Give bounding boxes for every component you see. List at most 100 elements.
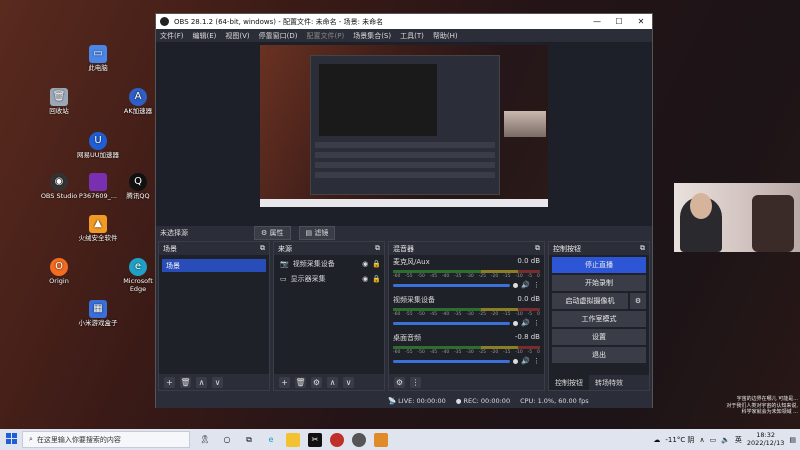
task-view-icon[interactable]: ⧉	[242, 433, 256, 447]
menu-profile[interactable]: 配置文件(P)	[307, 31, 345, 41]
source-item[interactable]: ▭ 显示器采集 ◉ 🔒	[277, 273, 381, 285]
maximize-icon[interactable]: ☐	[608, 17, 630, 26]
trash-icon[interactable]: 🗑	[295, 376, 306, 388]
tab-controls[interactable]: 控制按钮	[549, 375, 589, 390]
filters-button[interactable]: ▤ 滤镜	[298, 226, 336, 240]
chair	[752, 195, 794, 252]
menu-docks[interactable]: 停靠窗口(D)	[259, 31, 298, 41]
preview-area[interactable]	[156, 43, 652, 226]
lock-icon[interactable]: 🔒	[372, 260, 381, 268]
volume-knob[interactable]	[513, 320, 519, 326]
desktop-icon-recycle-bin[interactable]: 🗑 回收站	[36, 88, 82, 116]
preview-canvas[interactable]	[260, 45, 548, 207]
gear-icon[interactable]: ⚙	[311, 376, 322, 388]
edge-icon[interactable]: e	[264, 433, 278, 447]
close-icon[interactable]: ✕	[630, 17, 652, 26]
undock-icon[interactable]: ⧉	[640, 244, 645, 253]
weather-text[interactable]: -11°C 阴	[665, 435, 694, 445]
menu-tools[interactable]: 工具(T)	[400, 31, 424, 41]
computer-icon: ▭	[89, 45, 107, 63]
speaker-icon[interactable]: 🔊	[521, 357, 530, 365]
desktop-icon-huorong[interactable]: ▲ 火绒安全软件	[75, 215, 121, 243]
minimize-icon[interactable]: —	[586, 17, 608, 26]
mixer-title: 混音器	[393, 244, 414, 253]
start-virtual-camera-button[interactable]: 启动虚拟摄像机	[552, 293, 628, 309]
obs-taskbar-icon[interactable]	[330, 432, 344, 447]
volume-slider[interactable]	[393, 283, 511, 287]
ribbon-icon: 🎗	[199, 435, 211, 444]
volume-meter	[393, 308, 540, 311]
exit-button[interactable]: 退出	[552, 347, 646, 363]
gear-icon[interactable]: ⚙	[630, 293, 646, 309]
image-file-icon	[89, 173, 107, 191]
stop-streaming-button[interactable]: 停止直播	[552, 257, 646, 273]
ime-indicator[interactable]: 英	[735, 435, 742, 445]
trash-icon[interactable]: 🗑	[180, 376, 191, 388]
volume-knob[interactable]	[513, 282, 519, 288]
menu-view[interactable]: 视图(V)	[225, 31, 249, 41]
lock-icon[interactable]: 🔒	[372, 275, 381, 283]
desktop-icon-xiaomi[interactable]: ▦ 小米游戏盒子	[75, 300, 121, 328]
capcut-icon[interactable]: ✂	[308, 432, 322, 447]
start-recording-button[interactable]: 开始录制	[552, 275, 646, 291]
undock-icon[interactable]: ⧉	[260, 244, 265, 253]
undock-icon[interactable]: ⧉	[375, 244, 380, 253]
chevron-up-icon[interactable]: ∧	[699, 436, 704, 444]
settings-button[interactable]: 设置	[552, 329, 646, 345]
undock-icon[interactable]: ⧉	[535, 244, 540, 253]
add-icon[interactable]: +	[164, 376, 175, 388]
desktop-icon-uu[interactable]: U 网易UU加速器	[75, 132, 121, 160]
more-icon[interactable]: ⋮	[410, 376, 421, 388]
move-up-icon[interactable]: ∧	[196, 376, 207, 388]
move-down-icon[interactable]: ∨	[343, 376, 354, 388]
notice-line: 科学家就会为未知领域 ...	[741, 409, 798, 415]
volume-slider[interactable]	[393, 359, 511, 363]
file-explorer-icon[interactable]	[286, 432, 300, 447]
volume-icon[interactable]: 🔈	[721, 436, 730, 444]
menu-edit[interactable]: 编辑(E)	[193, 31, 217, 41]
menu-help[interactable]: 帮助(H)	[433, 31, 458, 41]
cortana-icon[interactable]: ○	[220, 433, 234, 447]
move-down-icon[interactable]: ∨	[212, 376, 223, 388]
speaker-icon[interactable]: 🔊	[521, 319, 530, 327]
clock[interactable]: 18:32 2022/12/13	[747, 431, 784, 448]
recycle-bin-icon: 🗑	[50, 88, 68, 106]
taskbar: ⌕ 在这里输入你要搜索的内容 🎗 ○ ⧉ e ✂ ☁ -11°C 阴 ∧ ▭ 🔈…	[0, 429, 800, 450]
camera-icon: 📷	[280, 260, 289, 268]
notification-icon[interactable]: ▤	[789, 436, 796, 444]
desktop-icon-computer[interactable]: ▭ 此电脑	[75, 45, 121, 73]
app-icon[interactable]	[352, 432, 366, 447]
source-item[interactable]: 📷 视频采集设备 ◉ 🔒	[277, 258, 381, 270]
desktop-icon-label: 此电脑	[88, 64, 108, 72]
more-icon[interactable]: ⋮	[533, 281, 540, 289]
menu-file[interactable]: 文件(F)	[160, 31, 184, 41]
move-up-icon[interactable]: ∧	[327, 376, 338, 388]
volume-knob[interactable]	[513, 358, 519, 364]
scenes-title: 场景	[163, 244, 177, 253]
person-face	[690, 193, 712, 219]
app-icon[interactable]	[374, 432, 388, 447]
speaker-icon[interactable]: 🔊	[521, 281, 530, 289]
desktop-icon-label: Origin	[49, 277, 69, 285]
mixer-channel: 桌面音频 -0.8 dB -60 -55 -50 -45 -40 -35 -30 -25 -20-…	[389, 331, 544, 369]
tab-transitions[interactable]: 转场特效	[589, 375, 629, 390]
eye-icon[interactable]: ◉	[362, 275, 368, 283]
studio-mode-button[interactable]: 工作室模式	[552, 311, 646, 327]
system-tray: ☁ -11°C 阴 ∧ ▭ 🔈 英 18:32 2022/12/13 ▤	[653, 431, 800, 448]
eye-icon[interactable]: ◉	[362, 260, 368, 268]
scene-item[interactable]: 场景	[162, 259, 266, 272]
origin-icon: O	[50, 258, 68, 276]
more-icon[interactable]: ⋮	[533, 319, 540, 327]
add-icon[interactable]: +	[279, 376, 290, 388]
volume-slider[interactable]	[393, 321, 511, 325]
taskbar-search[interactable]: ⌕ 在这里输入你要搜索的内容	[22, 431, 190, 448]
menu-scene-collection[interactable]: 场景集合(S)	[353, 31, 391, 41]
gear-icon[interactable]: ⚙	[394, 376, 405, 388]
desktop-icon-origin[interactable]: O Origin	[36, 258, 82, 286]
properties-button[interactable]: ⚙ 属性	[254, 226, 291, 240]
network-icon[interactable]: ▭	[710, 436, 717, 444]
obs-titlebar[interactable]: OBS 28.1.2 (64-bit, windows) - 配置文件: 未命名…	[156, 14, 652, 29]
windows-start-icon[interactable]	[6, 433, 18, 445]
meter-scale: -60 -55 -50 -45 -40 -35 -30 -25 -20 -15 -10 -5 0	[393, 274, 540, 279]
more-icon[interactable]: ⋮	[533, 357, 540, 365]
